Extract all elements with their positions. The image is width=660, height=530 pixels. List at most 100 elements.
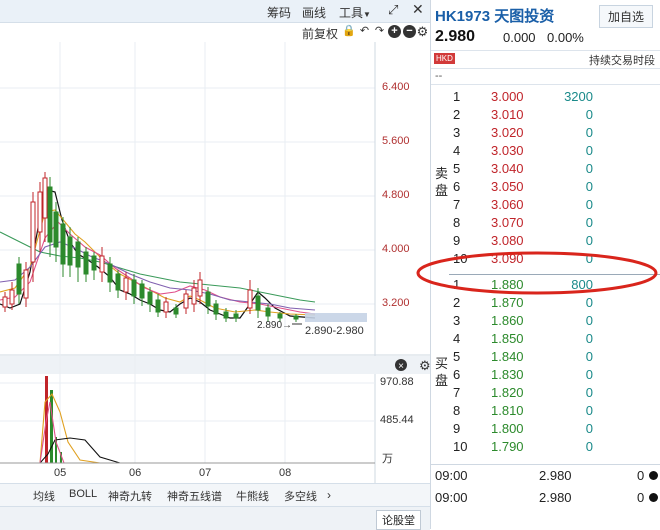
order-price: 3.040	[491, 161, 524, 176]
chart-toolbar: 筹码 画线 工具▼ ⤢ ✕	[0, 0, 430, 23]
market-badge: HKD	[434, 53, 455, 64]
order-volume: 0	[585, 367, 593, 382]
expand-icon[interactable]: ⤢	[388, 2, 398, 18]
order-price: 3.070	[491, 215, 524, 230]
adjust-mode-select[interactable]: 前复权	[302, 25, 338, 42]
order-volume: 0	[585, 197, 593, 212]
volume-ma-black	[39, 437, 315, 464]
trade-row: 09:00 2.980 0	[431, 490, 660, 510]
sell-order-row[interactable]: 3 3.020 0	[431, 125, 660, 143]
extra-info: --	[435, 70, 443, 82]
zoom-out-icon[interactable]: −	[403, 25, 416, 38]
price-change: 0.000	[503, 30, 536, 45]
order-price: 1.790	[491, 439, 524, 454]
order-level: 8	[453, 403, 461, 418]
sell-order-row[interactable]: 5 3.040 0	[431, 161, 660, 179]
order-price: 3.010	[491, 107, 524, 122]
lock-icon[interactable]: 🔒	[342, 25, 356, 38]
buy-order-row[interactable]: 6 1.830 0	[431, 367, 660, 385]
tabs-next-icon[interactable]: ›	[327, 488, 331, 502]
order-level: 3	[453, 313, 461, 328]
x-axis-label: 07	[199, 467, 212, 479]
order-price: 1.840	[491, 349, 524, 364]
tab-boll[interactable]: BOLL	[69, 488, 97, 500]
candles	[2, 172, 299, 322]
buy-order-row[interactable]: 7 1.820 0	[431, 385, 660, 403]
tab-ma[interactable]: 均线	[33, 488, 55, 504]
tab-nine-turn[interactable]: 神奇九转	[108, 488, 152, 504]
buy-order-row[interactable]: 4 1.850 0	[431, 331, 660, 349]
zoom-in-icon[interactable]: +	[388, 25, 401, 38]
order-price: 3.080	[491, 233, 524, 248]
x-axis-label: 05	[54, 467, 67, 479]
buy-order-row[interactable]: 10 1.790 0	[431, 439, 660, 457]
order-volume: 0	[585, 179, 593, 194]
volume-pane-header	[0, 356, 430, 374]
order-price: 3.020	[491, 125, 524, 140]
tools-menu[interactable]: 工具▼	[339, 4, 371, 21]
order-price: 3.060	[491, 197, 524, 212]
sell-order-row[interactable]: 8 3.070 0	[431, 215, 660, 233]
redo-icon[interactable]: ↷	[373, 25, 386, 38]
candle	[16, 257, 22, 304]
volume-ma-orange	[39, 392, 315, 464]
candle	[293, 314, 299, 322]
add-watchlist-button[interactable]: 加自选	[599, 5, 654, 28]
order-level: 2	[453, 107, 461, 122]
candle	[53, 202, 59, 262]
buy-order-row[interactable]: 2 1.870 0	[431, 295, 660, 313]
trade-volume: 0	[637, 490, 645, 505]
x-axis-label: 08	[279, 467, 292, 479]
candle	[9, 282, 15, 310]
sell-order-row[interactable]: 2 3.010 0	[431, 107, 660, 125]
volume-ma-pink	[39, 401, 315, 464]
forum-button[interactable]: 论股堂	[376, 510, 421, 530]
volume-settings-icon: ⚙	[419, 359, 430, 374]
order-level: 9	[453, 421, 461, 436]
order-volume: 0	[585, 403, 593, 418]
price-tick: 4.000	[382, 243, 410, 255]
x-axis-label: 06	[129, 467, 142, 479]
order-level: 3	[453, 125, 461, 140]
undo-icon[interactable]: ↶	[358, 25, 371, 38]
trade-volume: 0	[637, 468, 645, 483]
volume-grid	[0, 382, 375, 422]
tab-long-short[interactable]: 多空线	[284, 488, 317, 504]
tab-five-lines[interactable]: 神奇五线谱	[167, 488, 222, 504]
candle	[247, 280, 253, 314]
candle	[75, 237, 81, 282]
order-volume: 0	[585, 295, 593, 310]
candle	[139, 280, 145, 306]
tab-bull-bear[interactable]: 牛熊线	[236, 488, 269, 504]
price-range-highlight	[305, 313, 367, 322]
candle	[183, 290, 189, 314]
close-icon[interactable]: ✕	[412, 1, 424, 18]
chips-button[interactable]: 筹码	[267, 4, 291, 21]
trade-price: 2.980	[539, 468, 572, 483]
candle	[60, 217, 66, 277]
range-label: 2.890-2.980	[305, 325, 364, 337]
buy-order-row[interactable]: 9 1.800 0	[431, 421, 660, 439]
order-price: 3.000	[491, 89, 524, 104]
order-volume: 0	[585, 349, 593, 364]
candle	[213, 300, 219, 320]
buy-order-row[interactable]: 3 1.860 0	[431, 313, 660, 331]
candle	[2, 292, 8, 312]
order-level: 4	[453, 331, 461, 346]
sell-order-row[interactable]: 4 3.030 0	[431, 143, 660, 161]
sell-order-row[interactable]: 1 3.000 3200	[431, 89, 660, 107]
settings-icon[interactable]: ⚙	[416, 25, 429, 38]
sell-order-row[interactable]: 6 3.050 0	[431, 179, 660, 197]
order-level: 6	[453, 367, 461, 382]
sell-order-row[interactable]: 7 3.060 0	[431, 197, 660, 215]
volume-tick: 485.44	[380, 414, 414, 426]
stock-title: HK1973 天图投资	[435, 8, 555, 25]
buy-order-row[interactable]: 5 1.840 0	[431, 349, 660, 367]
trade-row: 09:00 2.980 0	[431, 468, 660, 488]
svg-text:×: ×	[398, 361, 404, 372]
candlestick-chart[interactable]: × ⚙	[0, 42, 430, 483]
buy-order-row[interactable]: 8 1.810 0	[431, 403, 660, 421]
draw-line-button[interactable]: 画线	[302, 4, 326, 21]
session-bar: HKD 持续交易时段	[431, 50, 660, 69]
price-tick: 5.600	[382, 135, 410, 147]
